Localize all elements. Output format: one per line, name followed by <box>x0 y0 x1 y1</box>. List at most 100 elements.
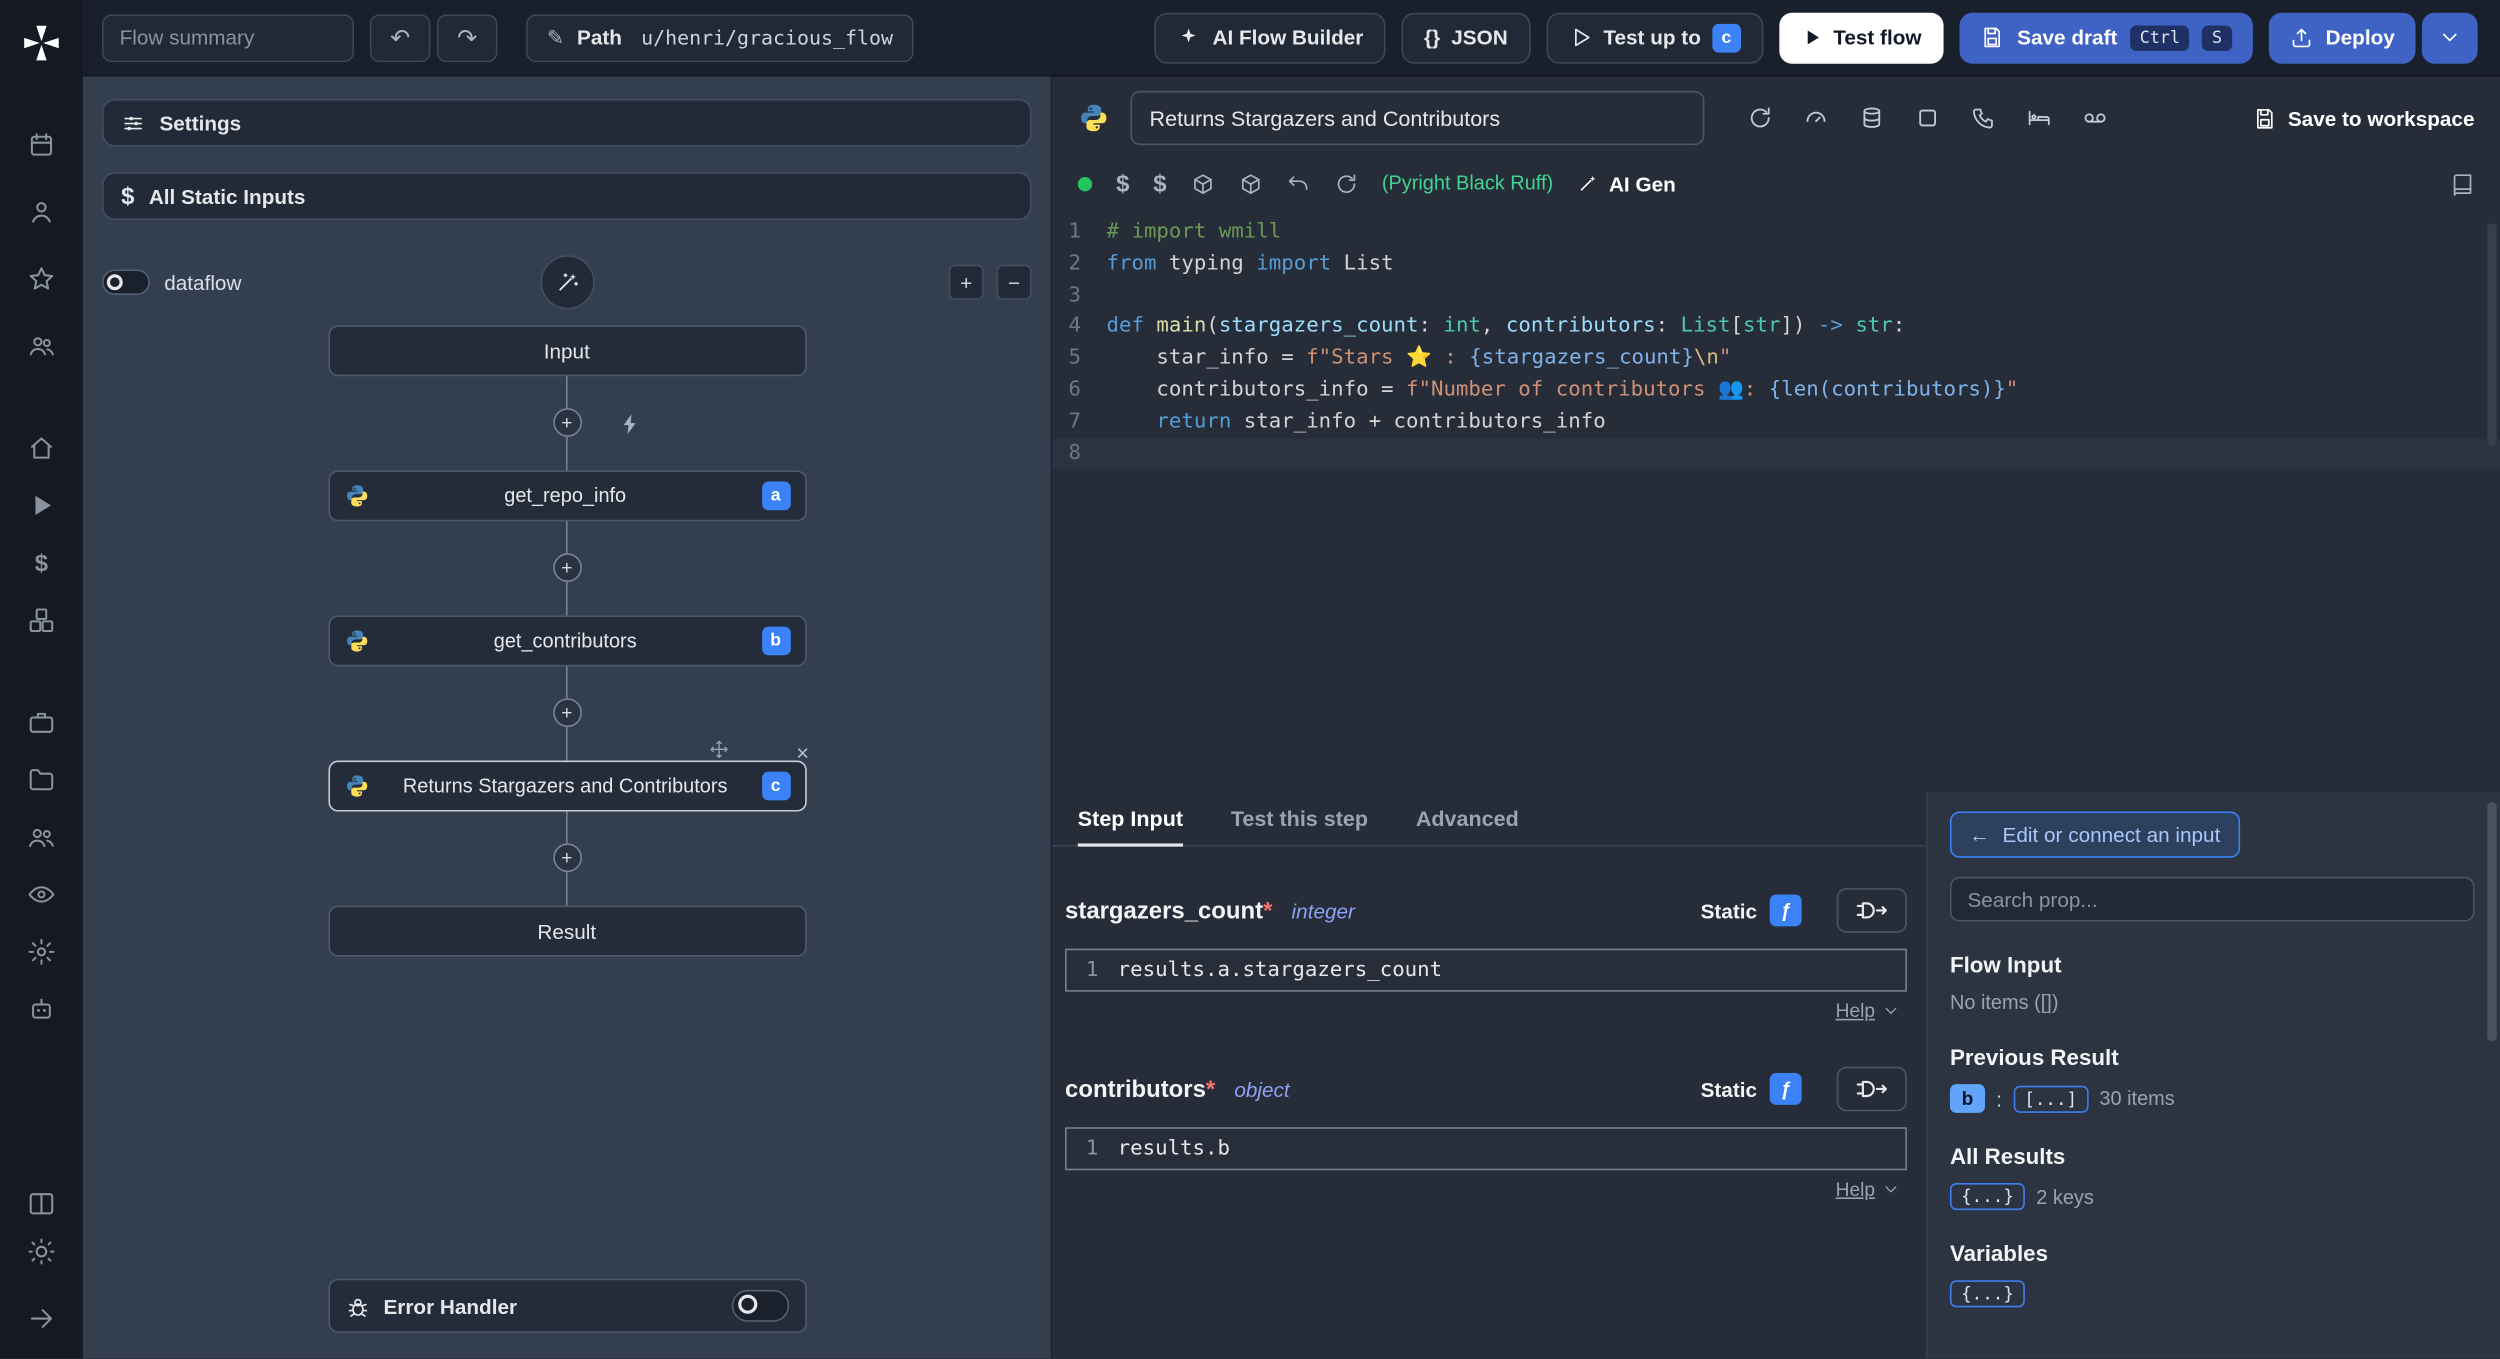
sidebar-item-user[interactable] <box>13 188 70 236</box>
windmill-logo[interactable] <box>13 19 70 67</box>
package-icon <box>1241 173 1260 194</box>
deploy-button[interactable]: Deploy <box>2268 11 2416 63</box>
code-editor[interactable]: 1 # import wmill 2 from typing import List 3… <box>1052 207 2500 792</box>
prop-picker-scrollbar[interactable] <box>2487 801 2497 1042</box>
step-node-b[interactable]: get_contributors b <box>327 615 806 667</box>
dependencies-button[interactable] <box>1238 171 1262 195</box>
flow-summary-input[interactable] <box>102 13 354 62</box>
all-static-inputs-button[interactable]: $ All Static Inputs <box>102 172 1032 221</box>
test-up-to-button[interactable]: Test up to c <box>1545 11 1764 63</box>
cache-database-icon[interactable] <box>1859 105 1885 131</box>
step-title-input[interactable] <box>1130 90 1705 146</box>
suspend-phone-icon[interactable] <box>1971 105 1997 131</box>
flow-settings-button[interactable]: Settings <box>102 98 1032 147</box>
delete-step-icon[interactable]: × <box>796 741 809 763</box>
gauge-icon[interactable] <box>1803 105 1829 131</box>
variables-row: {...} <box>1949 1280 2475 1308</box>
step-id-badge: b <box>761 626 791 656</box>
theme-toggle[interactable] <box>13 1228 70 1276</box>
sidebar-item-workers[interactable] <box>13 813 70 861</box>
code-line[interactable]: 7 return star_info + contributors_info <box>1052 406 2500 438</box>
tab-test-this-step[interactable]: Test this step <box>1231 792 1368 845</box>
add-step-button[interactable]: + <box>552 698 582 728</box>
undo-button[interactable]: ↶ <box>369 13 431 62</box>
static-toggle[interactable]: Static ƒ <box>1701 894 1802 927</box>
trigger-bolt-icon[interactable] <box>618 411 642 435</box>
sidebar-item-favorites[interactable] <box>13 255 70 303</box>
sidebar-item-jobs[interactable] <box>13 698 70 746</box>
tab-step-input[interactable]: Step Input <box>1077 792 1184 847</box>
dataflow-toggle[interactable] <box>102 269 150 295</box>
ai-flow-builder-button[interactable]: AI Flow Builder <box>1155 11 1386 63</box>
sidebar-item-apps[interactable] <box>13 1180 70 1228</box>
redo-button[interactable]: ↷ <box>436 13 498 62</box>
json-button[interactable]: {} JSON <box>1401 11 1531 63</box>
ai-gen-button[interactable]: AI Gen <box>1577 171 1676 195</box>
code-line[interactable]: 8 <box>1052 437 2500 470</box>
save-to-workspace-button[interactable]: Save to workspace <box>2253 106 2474 130</box>
sidebar-item-audit[interactable] <box>13 871 70 919</box>
zoom-out-button[interactable]: − <box>996 264 1032 300</box>
sidebar-item-home[interactable] <box>13 424 70 472</box>
test-flow-button[interactable]: Test flow <box>1778 11 1944 63</box>
deploy-menu-button[interactable] <box>2421 11 2478 63</box>
add-step-button[interactable]: + <box>552 553 582 582</box>
expr-input[interactable]: 1 results.b <box>1065 1127 1907 1171</box>
input-node[interactable]: Input <box>327 325 806 377</box>
array-preview-chip[interactable]: [...] <box>2013 1084 2089 1113</box>
code-line[interactable]: 5 star_info = f"Stars ⭐ : {stargazers_co… <box>1052 343 2500 375</box>
context-var-button[interactable]: $ <box>1116 170 1129 197</box>
sidebar-item-variables[interactable]: $ <box>13 539 70 587</box>
undo-code-button[interactable] <box>1286 171 1310 195</box>
connect-input-button[interactable] <box>1836 888 1907 933</box>
library-button[interactable] <box>2451 171 2475 196</box>
help-link[interactable]: Help <box>1836 1178 1875 1200</box>
auto-layout-button[interactable] <box>539 255 594 310</box>
sleep-bed-icon[interactable] <box>2026 105 2052 131</box>
step-node-c-selected[interactable]: × Returns Stargazers and Contributors c <box>327 740 809 812</box>
expr-input[interactable]: 1 results.a.stargazers_count <box>1065 948 1907 992</box>
code-line[interactable]: 4 def main(stargazers_count: int, contrib… <box>1052 312 2500 344</box>
move-handle-icon[interactable] <box>709 740 728 759</box>
expand-sidebar-button[interactable] <box>13 1295 70 1343</box>
chevron-down-icon[interactable] <box>1881 1180 1900 1199</box>
sidebar-item-settings[interactable] <box>13 928 70 976</box>
chevron-down-icon[interactable] <box>1881 1001 1900 1020</box>
result-node[interactable]: Result <box>327 905 806 957</box>
add-step-button[interactable]: + <box>552 843 582 873</box>
sidebar-item-groups[interactable] <box>13 322 70 370</box>
package-button[interactable] <box>1191 171 1215 195</box>
sidebar-item-resources[interactable] <box>13 596 70 644</box>
add-step-button[interactable]: + <box>552 408 582 437</box>
edit-connect-input-button[interactable]: ← Edit or connect an input <box>1949 811 2240 858</box>
reset-code-button[interactable] <box>1334 171 1358 195</box>
help-link[interactable]: Help <box>1836 1000 1875 1022</box>
error-handler-node[interactable]: Error Handler <box>327 1278 806 1333</box>
sidebar-item-worker-groups[interactable] <box>13 985 70 1033</box>
error-handler-toggle[interactable] <box>731 1289 789 1322</box>
object-preview-chip[interactable]: {...} <box>1949 1280 2026 1308</box>
sidebar-item-runs[interactable] <box>13 482 70 530</box>
code-line[interactable]: 1 # import wmill <box>1052 217 2500 249</box>
result-key-badge[interactable]: b <box>1949 1084 1986 1113</box>
sidebar-item-folders[interactable] <box>13 756 70 804</box>
retry-loop-icon[interactable] <box>1747 105 1773 131</box>
voicemail-icon[interactable] <box>2082 105 2108 131</box>
search-prop-input[interactable] <box>1949 876 2475 922</box>
code-line[interactable]: 2 from typing import List <box>1052 248 2500 280</box>
code-line[interactable]: 3 <box>1052 280 2500 312</box>
code-line[interactable]: 6 contributors_info = f"Number of contri… <box>1052 375 2500 407</box>
step-tabs: Step Input Test this step Advanced <box>1052 792 1927 847</box>
object-preview-chip[interactable]: {...} <box>1949 1183 2026 1211</box>
path-chip[interactable]: ✎ Path u/henri/gracious_flow <box>526 13 914 62</box>
mock-square-icon[interactable] <box>1915 105 1941 131</box>
tab-advanced[interactable]: Advanced <box>1416 792 1519 845</box>
editor-scrollbar[interactable] <box>2487 223 2497 447</box>
step-node-a[interactable]: get_repo_info a <box>327 470 806 522</box>
resource-var-button[interactable]: $ <box>1153 170 1166 197</box>
connect-input-button[interactable] <box>1836 1066 1907 1112</box>
zoom-in-button[interactable]: + <box>948 264 984 300</box>
static-toggle[interactable]: Static ƒ <box>1701 1073 1802 1105</box>
save-draft-button[interactable]: Save draft Ctrl S <box>1959 11 2253 63</box>
sidebar-item-schedules[interactable] <box>13 121 70 169</box>
